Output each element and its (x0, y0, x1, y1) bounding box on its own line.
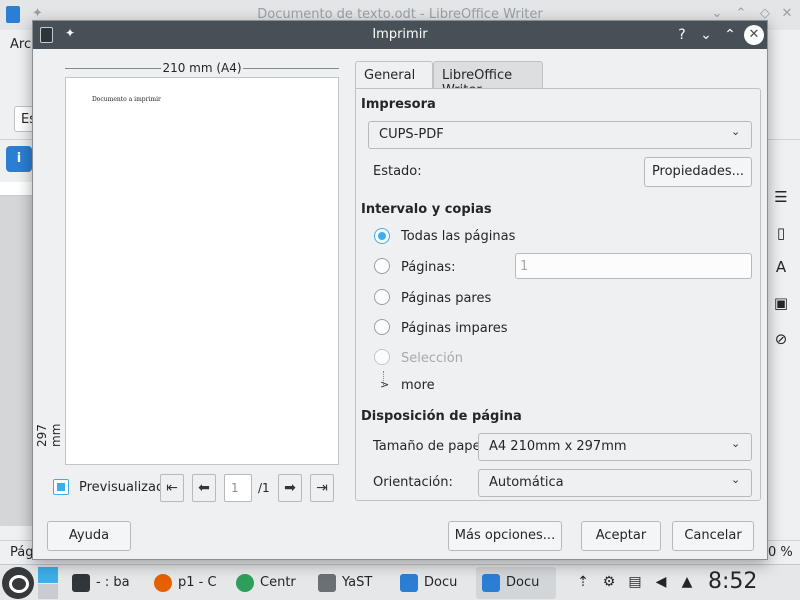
pages-label[interactable]: Páginas: (401, 260, 455, 275)
dialog-title: Imprimir (372, 27, 428, 42)
page-total: /1 (258, 481, 270, 495)
task-label: YaST (342, 575, 373, 590)
printer-select[interactable]: CUPS-PDF ⌄ (368, 121, 752, 149)
paper-size-value: A4 210mm x 297mm (489, 439, 627, 454)
tab-general[interactable]: General (355, 61, 433, 89)
task-control-center[interactable]: Centr (230, 567, 310, 599)
application-launcher-icon[interactable] (2, 567, 34, 599)
info-icon[interactable]: i (6, 146, 32, 172)
minimize-icon[interactable]: ⌄ (696, 25, 716, 45)
firefox-icon (154, 574, 172, 592)
status-label: Estado: (373, 164, 422, 179)
cancel-button[interactable]: Cancelar (672, 521, 754, 551)
orientation-value: Automática (489, 475, 564, 490)
selection-label[interactable]: Selección (401, 351, 463, 366)
menu-archivo[interactable]: Arc (10, 37, 31, 52)
accept-button[interactable]: Aceptar (581, 521, 661, 551)
pages-radio[interactable] (374, 258, 390, 274)
network-icon[interactable]: ⚙ (600, 573, 618, 591)
dialog-titlebar: ✦ Imprimir ? ⌄ ⌃ ✕ (33, 21, 767, 49)
odd-pages-radio[interactable] (374, 319, 390, 335)
task-writer[interactable]: Docu (476, 567, 556, 599)
chevron-right-icon[interactable]: > (380, 378, 389, 391)
gallery-icon[interactable]: ▣ (772, 294, 790, 312)
task-label: Docu (506, 575, 540, 590)
maximize-icon[interactable]: ⌃ (720, 25, 740, 45)
preview-page-text: Documento a imprimir (92, 96, 161, 103)
properties-icon[interactable]: ☰ (772, 188, 790, 206)
virtual-desktop-pager[interactable] (38, 567, 58, 599)
clock[interactable]: 8:52 (708, 569, 757, 594)
help-icon[interactable]: ? (672, 25, 692, 45)
updates-icon[interactable]: ⇡ (574, 573, 592, 591)
selection-radio[interactable] (374, 349, 390, 365)
ruler (0, 182, 32, 196)
odd-pages-label[interactable]: Páginas impares (401, 321, 508, 336)
terminal-icon (72, 574, 90, 592)
chevron-down-icon: ⌄ (731, 473, 741, 486)
task-label: Centr (260, 575, 296, 590)
print-dialog: ✦ Imprimir ? ⌄ ⌃ ✕ 210 mm (A4) 297 mm Do… (32, 20, 768, 560)
navigator-icon[interactable]: ⊘ (772, 330, 790, 348)
more-expander[interactable]: more (401, 378, 435, 393)
tray-expand-icon[interactable]: ▲ (678, 573, 696, 591)
even-pages-radio[interactable] (374, 289, 390, 305)
task-label: p1 - C (178, 575, 217, 590)
more-options-button[interactable]: Más opciones... (448, 521, 562, 551)
preview-checkbox[interactable] (53, 479, 69, 495)
folder-icon (400, 574, 418, 592)
writer-icon (482, 574, 500, 592)
status-page: Pág (10, 545, 34, 560)
chevron-down-icon: ⌄ (731, 125, 741, 138)
print-preview-page: Documento a imprimir (65, 77, 339, 465)
printer-section-title: Impresora (361, 97, 436, 112)
chevron-down-icon: ⌄ (731, 437, 741, 450)
page-number-field[interactable]: 1 (224, 474, 252, 502)
styles-icon[interactable]: A (772, 258, 790, 276)
previous-page-icon[interactable]: ⬅ (192, 474, 216, 502)
next-page-icon[interactable]: ➡ (278, 474, 302, 502)
all-pages-label[interactable]: Todas las páginas (401, 229, 515, 244)
paper-width-label: 210 mm (A4) (65, 61, 339, 75)
task-firefox[interactable]: p1 - C (148, 567, 228, 599)
pages-input[interactable]: 1 (515, 253, 752, 279)
paper-size-select[interactable]: A4 210mm x 297mm ⌄ (478, 433, 752, 461)
volume-icon[interactable]: ◀ (652, 573, 670, 591)
tab-libreoffice-writer[interactable]: LibreOffice Writer (433, 61, 543, 98)
paper-height-label: 297 mm (35, 423, 63, 447)
task-yast[interactable]: YaST (312, 567, 392, 599)
close-icon[interactable]: ✕ (744, 25, 764, 45)
taskbar: - : ba p1 - C Centr YaST Docu Docu ⇡ ⚙ ▤… (0, 564, 800, 600)
all-pages-radio[interactable] (374, 228, 390, 244)
status-zoom: 0 % (768, 545, 793, 560)
even-pages-label[interactable]: Páginas pares (401, 291, 491, 306)
help-button[interactable]: Ayuda (47, 521, 131, 551)
document-area (0, 196, 32, 526)
layout-section-title: Disposición de página (361, 409, 522, 424)
close-background-icon[interactable]: ✕ (778, 5, 796, 23)
task-label: Docu (424, 575, 458, 590)
printer-icon (318, 574, 336, 592)
desktop-2[interactable] (38, 584, 58, 599)
orientation-select[interactable]: Automática ⌄ (478, 469, 752, 497)
first-page-icon[interactable]: ⇤ (160, 474, 184, 502)
control-center-icon (236, 574, 254, 592)
last-page-icon[interactable]: ⇥ (310, 474, 334, 502)
printer-select-value: CUPS-PDF (379, 127, 444, 142)
task-file-manager[interactable]: Docu (394, 567, 474, 599)
task-terminal[interactable]: - : ba (66, 567, 146, 599)
properties-button[interactable]: Propiedades... (644, 157, 752, 187)
orientation-label: Orientación: (373, 475, 453, 490)
page-icon[interactable]: ▯ (772, 224, 790, 242)
paper-size-label: Tamaño de papel (373, 439, 485, 454)
clipboard-icon[interactable]: ▤ (626, 573, 644, 591)
desktop-1[interactable] (38, 567, 58, 583)
task-label: - : ba (96, 575, 130, 590)
range-section-title: Intervalo y copias (361, 202, 492, 217)
